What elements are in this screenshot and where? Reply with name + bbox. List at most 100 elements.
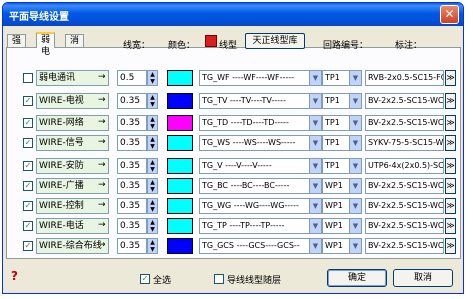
cancel-button[interactable]: 取消	[393, 269, 453, 287]
mark-more-button[interactable]: ≫	[445, 70, 456, 86]
mark-more-button[interactable]: ≫	[445, 218, 456, 234]
linetype-select[interactable]: TG_WS ----WS----WS-----	[199, 135, 322, 151]
width-spinner[interactable]: ▲ ▼	[147, 115, 158, 131]
linetype-dropdown-icon[interactable]: ▼	[309, 238, 322, 254]
title-bar[interactable]: 平面导线设置 ✕	[3, 3, 463, 26]
row-enable-checkbox[interactable]: ✓	[23, 221, 33, 231]
circuit-dropdown-icon[interactable]: ▼	[349, 93, 362, 109]
row-enable-checkbox[interactable]: ✓	[23, 96, 33, 106]
linetype-dropdown-icon[interactable]: ▼	[309, 93, 322, 109]
width-spinner[interactable]: ▲ ▼	[147, 135, 158, 151]
mark-more-button[interactable]: ≫	[445, 178, 456, 194]
ok-button[interactable]: 确定	[327, 269, 387, 287]
row-enable-checkbox[interactable]: ✓	[23, 241, 33, 251]
mark-input[interactable]: BV-2x2.5-SC15-WC	[365, 238, 444, 254]
circuit-dropdown-icon[interactable]: ▼	[349, 238, 362, 254]
linetype-select[interactable]: TG_V ----V----V-----	[199, 158, 322, 174]
width-input[interactable]: 0.35	[117, 238, 147, 254]
color-swatch[interactable]	[167, 198, 193, 214]
circuit-dropdown-icon[interactable]: ▼	[349, 70, 362, 86]
width-spinner[interactable]: ▲ ▼	[147, 93, 158, 109]
linetype-dropdown-icon[interactable]: ▼	[309, 115, 322, 131]
select-all-label: 全选	[153, 276, 172, 286]
linetype-select[interactable]: TG_TV ----TV----TV-----	[199, 93, 322, 109]
mark-input[interactable]: BV-2x2.5-SC15-WC	[365, 198, 444, 214]
mark-more-button[interactable]: ≫	[445, 93, 456, 109]
width-spinner[interactable]: ▲ ▼	[147, 218, 158, 234]
circuit-dropdown-icon[interactable]: ▼	[349, 198, 362, 214]
linetype-select[interactable]: TG_GCS ----GCS----GCS--	[199, 238, 322, 254]
linetype-dropdown-icon[interactable]: ▼	[309, 135, 322, 151]
mark-more-button[interactable]: ≫	[445, 238, 456, 254]
linetype-select[interactable]: TG_WG ----WG----WG-----	[199, 198, 322, 214]
color-swatch[interactable]	[167, 218, 193, 234]
help-icon[interactable]: ?	[11, 269, 18, 283]
color-swatch[interactable]	[167, 93, 193, 109]
width-input[interactable]: 0.35	[117, 178, 147, 194]
linetype-select[interactable]: TG_TP ----TP----TP-----	[199, 218, 322, 234]
width-input[interactable]: 0.35	[117, 218, 147, 234]
width-input[interactable]: 0.35	[117, 135, 147, 151]
width-input[interactable]: 0.35	[117, 115, 147, 131]
circuit-dropdown-icon[interactable]: ▼	[349, 158, 362, 174]
row-enable-checkbox[interactable]: ✓	[23, 181, 33, 191]
width-input[interactable]: 0.35	[117, 93, 147, 109]
color-swatch[interactable]	[167, 70, 193, 86]
color-swatch[interactable]	[167, 115, 193, 131]
width-spinner[interactable]: ▲ ▼	[147, 70, 158, 86]
mark-input[interactable]: SYKV-75-5-SC15-WC	[365, 135, 444, 151]
width-input[interactable]: 0.35	[117, 158, 147, 174]
mark-input[interactable]: BV-2x2.5-SC15-WC	[365, 218, 444, 234]
mark-more-button[interactable]: ≫	[445, 135, 456, 151]
linetype-select[interactable]: TG_BC ----BC----BC-----	[199, 178, 322, 194]
row-enable-checkbox[interactable]: ✓	[23, 118, 33, 128]
circuit-dropdown-icon[interactable]: ▼	[349, 115, 362, 131]
color-swatch[interactable]	[167, 178, 193, 194]
row-enable-checkbox[interactable]: ✓	[23, 161, 33, 171]
mark-more-button[interactable]: ≫	[445, 115, 456, 131]
row-enable-checkbox[interactable]: ✓	[23, 138, 33, 148]
mark-input[interactable]: UTP6-4x(2x0.5)-SC	[365, 158, 444, 174]
mark-more-button[interactable]: ≫	[445, 198, 456, 214]
linetype-dropdown-icon[interactable]: ▼	[309, 218, 322, 234]
circuit-dropdown-icon[interactable]: ▼	[349, 135, 362, 151]
mark-input[interactable]: BV-2x2.5-SC15-WC	[365, 115, 444, 131]
circuit-dropdown-icon[interactable]: ▼	[349, 178, 362, 194]
linetype-library-button[interactable]: 天正线型库	[245, 33, 305, 49]
color-swatch[interactable]	[167, 158, 193, 174]
arrow-icon: →	[98, 200, 106, 210]
row-enable-checkbox[interactable]: ✓	[23, 201, 33, 211]
linetype-dropdown-icon[interactable]: ▼	[309, 198, 322, 214]
color-header: 颜色：	[168, 41, 196, 51]
tab-weak-current[interactable]: 弱电	[36, 32, 56, 57]
width-input[interactable]: 0.35	[117, 198, 147, 214]
arrow-icon: →	[98, 240, 106, 250]
wire-row: ✓ WIRE-广播 → 0.35 ▲ ▼ TG_BC ----BC----BC----- ▼ W…	[3, 177, 463, 197]
linetype-dropdown-icon[interactable]: ▼	[309, 158, 322, 174]
mark-input[interactable]: BV-2x2.5-SC15-WC	[365, 178, 444, 194]
linetype-select[interactable]: TG_WF ----WF----WF-----	[199, 70, 322, 86]
color-swatch[interactable]	[167, 135, 193, 151]
width-spinner[interactable]: ▲ ▼	[147, 238, 158, 254]
linetype-header: 线型	[219, 41, 238, 51]
arrow-icon: →	[98, 117, 106, 127]
width-spinner[interactable]: ▲ ▼	[147, 158, 158, 174]
circuit-header: 回路编号：	[323, 41, 369, 51]
linetype-select[interactable]: TG_TD ----TD----TD-----	[199, 115, 322, 131]
close-button[interactable]: ✕	[440, 5, 459, 24]
color-swatch[interactable]	[167, 238, 193, 254]
width-input[interactable]: 0.5	[117, 70, 147, 86]
tab-strong-current[interactable]: 强电	[7, 34, 27, 58]
tab-fire-protection[interactable]: 消防	[65, 34, 85, 58]
circuit-dropdown-icon[interactable]: ▼	[349, 218, 362, 234]
layer-linetype-checkbox[interactable]	[214, 274, 224, 284]
row-enable-checkbox[interactable]	[23, 73, 33, 83]
select-all-checkbox[interactable]: ✓	[140, 274, 150, 284]
mark-input[interactable]: RVB-2x0.5-SC15-FC	[365, 70, 444, 86]
mark-input[interactable]: BV-2x2.5-SC15-WC	[365, 93, 444, 109]
linetype-dropdown-icon[interactable]: ▼	[309, 178, 322, 194]
width-spinner[interactable]: ▲ ▼	[147, 198, 158, 214]
linetype-dropdown-icon[interactable]: ▼	[309, 70, 322, 86]
width-spinner[interactable]: ▲ ▼	[147, 178, 158, 194]
mark-more-button[interactable]: ≫	[445, 158, 456, 174]
